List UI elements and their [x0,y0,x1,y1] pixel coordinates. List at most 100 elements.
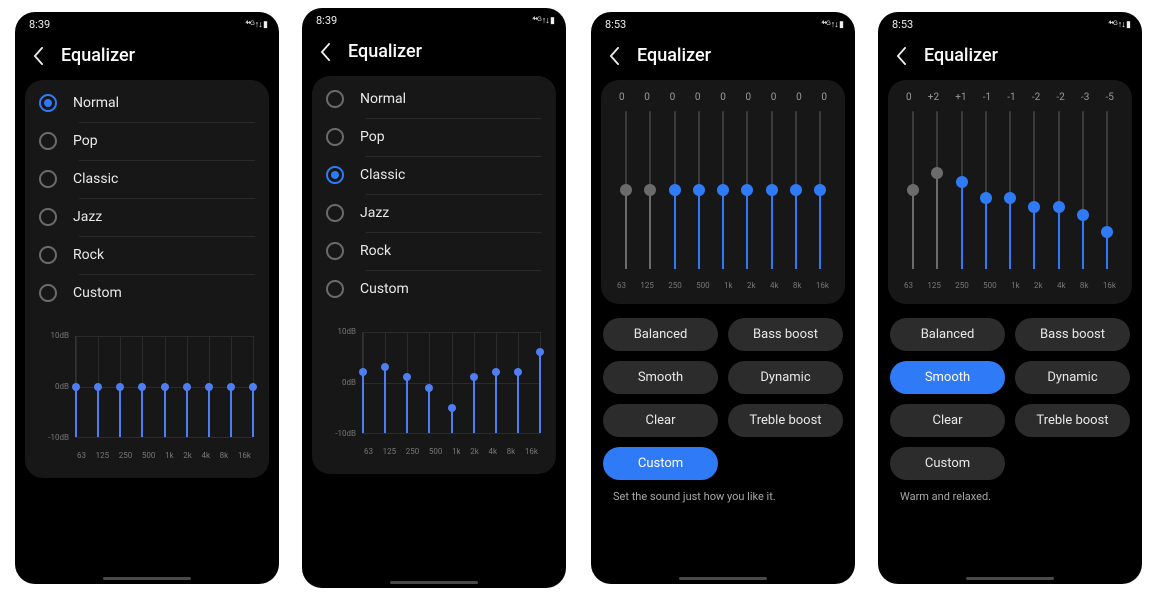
eq-slider-125[interactable] [643,107,657,273]
eq-slider-16k[interactable] [813,107,827,273]
preset-option-jazz[interactable]: Jazz [25,198,269,236]
preset-list-panel: NormalPopClassicJazzRockCustom10dB0dB-10… [312,76,556,474]
preset-option-normal[interactable]: Normal [25,84,269,122]
slider-thumb[interactable] [1077,209,1089,221]
eq-slider-4k[interactable] [765,107,779,273]
slider-thumb[interactable] [1028,201,1040,213]
radio-icon [39,284,57,302]
x-axis-labels: 631252505001k2k4k8k16k [75,451,253,460]
slider-thumb[interactable] [907,184,919,196]
eq-slider-8k[interactable] [1076,107,1090,273]
preset-button-balanced[interactable]: Balanced [603,318,718,351]
eq-slider-63[interactable] [906,107,920,273]
preset-option-rock[interactable]: Rock [312,232,556,270]
preset-option-classic[interactable]: Classic [312,156,556,194]
status-time: 8:39 [29,18,50,31]
preset-button-custom[interactable]: Custom [603,447,718,480]
radio-icon [39,170,57,188]
preset-option-custom[interactable]: Custom [312,270,556,308]
back-icon[interactable] [316,43,334,61]
slider-thumb[interactable] [669,184,681,196]
phone-screen-1: 8:39 ⁴⁺ᴳ ↑↓ ▮ Equalizer Normal Pop Classic… [15,12,279,584]
slider-thumb[interactable] [717,184,729,196]
slider-thumb[interactable] [931,167,943,179]
eq-slider-63[interactable] [619,107,633,273]
preset-option-normal[interactable]: Normal [312,80,556,118]
eq-slider-4k[interactable] [1052,107,1066,273]
preset-label: Custom [360,281,409,297]
sliders-panel: 000000000 631252505001k2k4k8k16k [601,80,845,304]
back-icon[interactable] [605,47,623,65]
preset-button-smooth[interactable]: Smooth [603,361,718,394]
preset-button-dynamic[interactable]: Dynamic [728,361,843,394]
eq-slider-2k[interactable] [1027,107,1041,273]
radio-icon [39,208,57,226]
slider-value-row: 000000000 [615,92,831,103]
slider-thumb[interactable] [766,184,778,196]
eq-slider-8k[interactable] [789,107,803,273]
header: Equalizer [302,29,566,76]
status-bar: 8:39 ⁴⁺ᴳ ↑↓ ▮ [302,8,566,29]
preset-label: Rock [73,247,104,263]
status-icons: ⁴⁺ᴳ ↑↓ ▮ [532,15,554,26]
radio-icon [326,280,344,298]
eq-slider-16k[interactable] [1100,107,1114,273]
preset-option-custom[interactable]: Custom [25,274,269,312]
preset-option-rock[interactable]: Rock [25,236,269,274]
eq-slider-500[interactable] [692,107,706,273]
slider-thumb[interactable] [980,192,992,204]
preset-option-classic[interactable]: Classic [25,160,269,198]
preset-label: Custom [73,285,122,301]
status-icons: ⁴⁺ᴳ ↑↓ ▮ [245,19,267,30]
preset-button-clear[interactable]: Clear [890,404,1005,437]
slider-thumb[interactable] [1101,226,1113,238]
slider-thumb[interactable] [1053,201,1065,213]
preset-label: Pop [73,133,98,149]
preset-option-pop[interactable]: Pop [312,118,556,156]
slider-thumb[interactable] [620,184,632,196]
slider-thumb[interactable] [741,184,753,196]
header: Equalizer [591,33,855,80]
preset-button-dynamic[interactable]: Dynamic [1015,361,1130,394]
preset-label: Jazz [360,205,389,221]
eq-slider-1k[interactable] [716,107,730,273]
radio-icon [326,204,344,222]
eq-slider-500[interactable] [979,107,993,273]
slider-thumb[interactable] [644,184,656,196]
slider-row [902,107,1118,273]
home-indicator[interactable] [390,581,478,584]
sliders-panel: 0+2+1-1-1-2-2-3-5631252505001k2k4k8k16k [888,80,1132,304]
preset-button-bass-boost[interactable]: Bass boost [1015,318,1130,351]
slider-thumb[interactable] [790,184,802,196]
radio-icon [39,246,57,264]
preset-button-treble-boost[interactable]: Treble boost [1015,404,1130,437]
preset-button-balanced[interactable]: Balanced [890,318,1005,351]
header: Equalizer [15,33,279,80]
preset-button-bass-boost[interactable]: Bass boost [728,318,843,351]
preset-button-clear[interactable]: Clear [603,404,718,437]
eq-slider-125[interactable] [930,107,944,273]
slider-thumb[interactable] [956,176,968,188]
preset-option-jazz[interactable]: Jazz [312,194,556,232]
status-bar: 8:53 ⁴⁺ᴳ ↑↓ ▮ [878,12,1142,33]
slider-thumb[interactable] [814,184,826,196]
y-axis-label: -10dB [41,433,69,442]
back-icon[interactable] [29,47,47,65]
eq-slider-1k[interactable] [1003,107,1017,273]
eq-slider-250[interactable] [668,107,682,273]
preset-label: Jazz [73,209,102,225]
home-indicator[interactable] [103,577,191,580]
eq-slider-250[interactable] [955,107,969,273]
home-indicator[interactable] [679,577,767,580]
slider-thumb[interactable] [693,184,705,196]
eq-slider-2k[interactable] [740,107,754,273]
preset-button-custom[interactable]: Custom [890,447,1005,480]
home-indicator[interactable] [966,577,1054,580]
slider-thumb[interactable] [1004,192,1016,204]
status-bar: 8:53 ⁴⁺ᴳ ↑↓ ▮ [591,12,855,33]
preset-button-treble-boost[interactable]: Treble boost [728,404,843,437]
slider-freq-labels: 631252505001k2k4k8k16k [615,281,831,290]
preset-option-pop[interactable]: Pop [25,122,269,160]
preset-button-smooth[interactable]: Smooth [890,361,1005,394]
back-icon[interactable] [892,47,910,65]
